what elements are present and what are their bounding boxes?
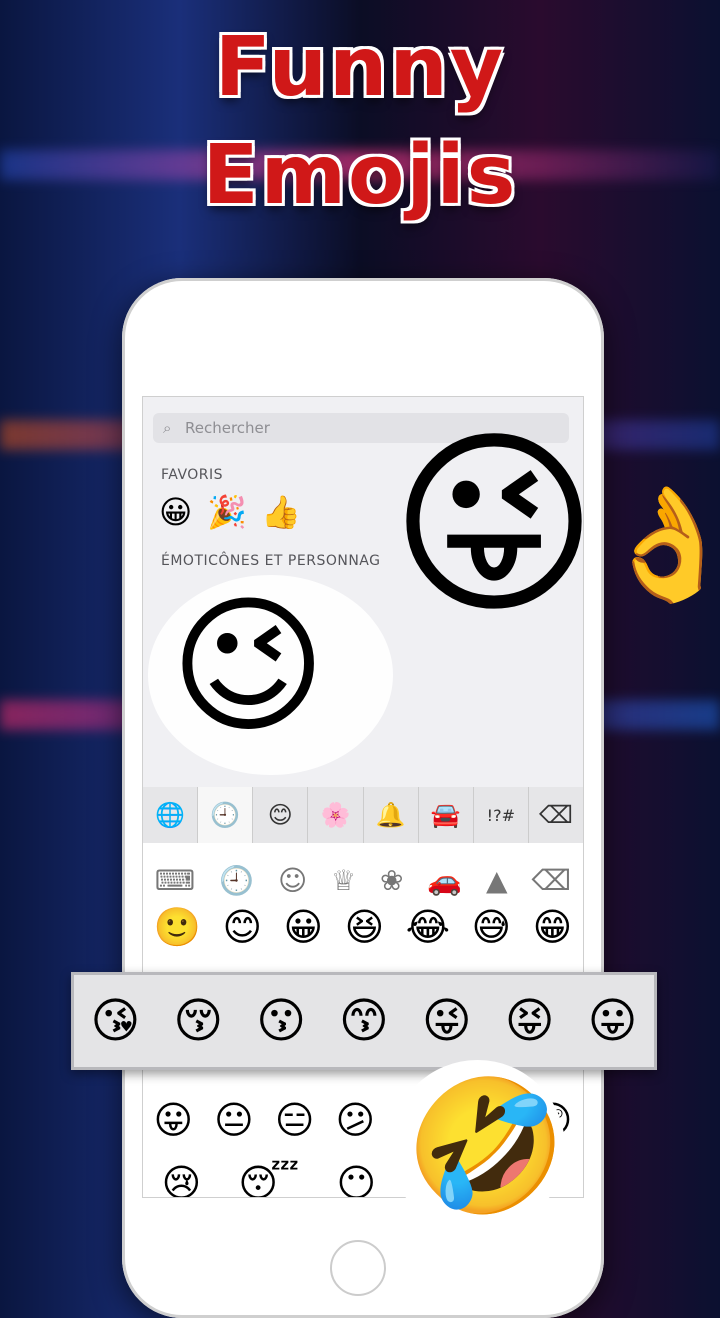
title-line1: Funny — [214, 20, 506, 115]
category-tabbar: 🌐 🕘 😊 🌸 🔔 🚘 !?# ⌫ — [143, 787, 583, 843]
emoji-key[interactable]: 😀 — [284, 905, 324, 950]
tab-symbols[interactable]: !?# — [473, 787, 529, 843]
flower-icon[interactable]: ❀ — [380, 864, 403, 897]
emoji-key[interactable]: 😕 — [335, 1098, 375, 1143]
search-placeholder: Rechercher — [185, 419, 270, 437]
emoji-key[interactable]: 😶 — [336, 1161, 376, 1197]
emoji-row: 🙂 😊 😀 😆 😂 😅 😁 — [143, 905, 583, 950]
emoji-key[interactable]: 😛 — [587, 993, 637, 1049]
emoji-key[interactable]: 😢 — [162, 1161, 202, 1197]
home-button[interactable] — [330, 1240, 386, 1296]
favorite-emoji[interactable]: 😀 — [159, 493, 192, 531]
tab-nature[interactable]: 🌸 — [308, 787, 364, 843]
emoji-key[interactable]: 🙂 — [154, 905, 201, 950]
tab-recent[interactable]: 🕘 — [198, 787, 254, 843]
winking-girl-emoji: 😉 — [170, 580, 327, 754]
favorites-heading: FAVORIS — [161, 467, 224, 483]
emoji-key[interactable]: 😜 — [422, 993, 472, 1049]
emoticons-heading: ÉMOTICÔNES ET PERSONNAG — [161, 553, 381, 569]
clock-icon[interactable]: 🕘 — [219, 864, 254, 897]
tab-smileys[interactable]: 😊 — [253, 787, 309, 843]
kiss-emoji-strip: 😘 😚 😗 😙 😜 😝 😛 — [71, 972, 657, 1070]
keyboard-icon[interactable]: ⌨ — [155, 864, 195, 897]
tab-travel[interactable]: 🚘 — [418, 787, 474, 843]
emoji-key[interactable]: 😚 — [173, 993, 223, 1049]
emoji-key[interactable]: 😂 — [406, 905, 450, 950]
keyboard-category-bar: ⌨ 🕘 ☺ ♕ ❀ 🚗 ▲ ⌫ — [143, 855, 583, 905]
emoji-key[interactable]: 😆 — [345, 905, 385, 950]
tab-objects[interactable]: 🔔 — [363, 787, 419, 843]
delete-icon[interactable]: ⌫ — [531, 864, 571, 897]
emoji-key[interactable]: 😑 — [275, 1098, 315, 1143]
emoji-key[interactable]: 😝 — [505, 993, 555, 1049]
emoji-key[interactable]: 😴 — [238, 1161, 299, 1197]
winking-smiley-emoji: 😜 — [389, 409, 599, 642]
title-line2: Emojis — [202, 128, 518, 223]
favorite-emoji[interactable]: 👍 — [261, 493, 301, 531]
emoji-key[interactable]: 😘 — [90, 993, 140, 1049]
crown-icon[interactable]: ♕ — [331, 864, 356, 897]
emoji-key[interactable]: 😐 — [214, 1098, 254, 1143]
emoji-key[interactable]: 😙 — [339, 993, 389, 1049]
smiley-icon[interactable]: ☺ — [278, 864, 307, 897]
favorite-emoji[interactable]: 🎉 — [207, 493, 247, 531]
rolling-laughing-emoji: 🤣 — [405, 1070, 567, 1222]
emoji-key[interactable]: 😊 — [222, 905, 262, 950]
car-icon[interactable]: 🚗 — [427, 864, 462, 897]
emoji-key[interactable]: 😅 — [472, 905, 512, 950]
emoji-key[interactable]: 😁 — [533, 905, 573, 950]
tab-globe[interactable]: 🌐 — [143, 787, 199, 843]
search-icon: ⌕ — [163, 419, 172, 437]
delete-key[interactable]: ⌫ — [528, 787, 583, 843]
emoji-key[interactable]: 😗 — [256, 993, 306, 1049]
ok-hand-emoji: 👌 — [600, 480, 720, 608]
triangle-icon[interactable]: ▲ — [486, 864, 508, 897]
emoji-key[interactable]: 😛 — [154, 1098, 194, 1143]
